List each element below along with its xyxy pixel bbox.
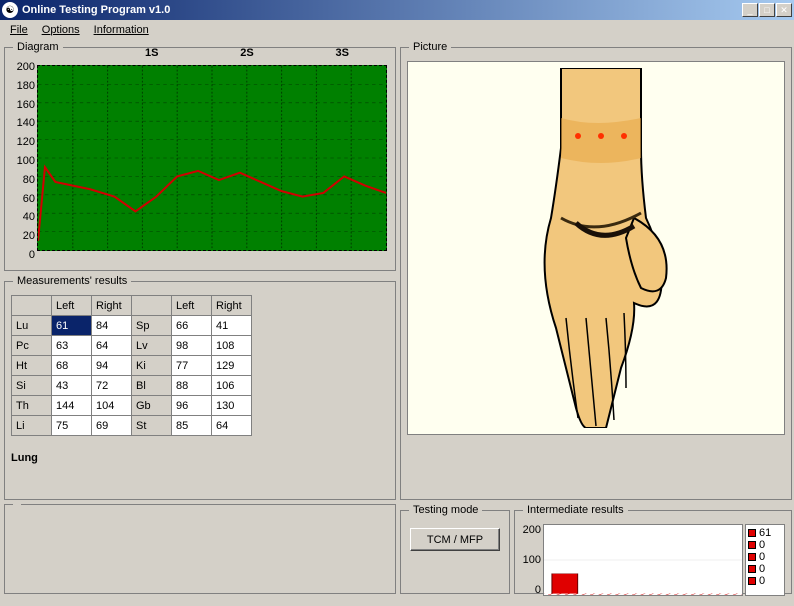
maximize-button[interactable]: □ [759,3,775,17]
results-caption: Lung [11,452,252,464]
table-cell[interactable]: 98 [172,336,212,356]
table-row[interactable]: Th144104Gb96130 [12,396,252,416]
menu-file[interactable]: File [4,22,34,38]
table-cell[interactable]: 43 [52,376,92,396]
table-header [12,296,52,316]
close-button[interactable]: ✕ [776,3,792,17]
table-cell[interactable]: Li [12,416,52,436]
table-cell[interactable]: 69 [92,416,132,436]
menubar: File Options Information [0,20,794,39]
titlebar: ☯ Online Testing Program v1.0 _ □ ✕ [0,0,794,20]
table-cell[interactable]: Th [12,396,52,416]
table-cell[interactable]: 144 [52,396,92,416]
hand-image [407,61,785,435]
table-row[interactable]: Si4372Bl88106 [12,376,252,396]
table-header: Right [212,296,252,316]
table-cell[interactable]: 63 [52,336,92,356]
table-cell[interactable]: 88 [172,376,212,396]
results-table[interactable]: LeftRightLeftRight Lu6184Sp6641Pc6364Lv9… [11,295,252,436]
table-header: Left [172,296,212,316]
minimize-button[interactable]: _ [742,3,758,17]
table-header [132,296,172,316]
table-cell[interactable]: 84 [92,316,132,336]
table-cell[interactable]: St [132,416,172,436]
table-cell[interactable]: 72 [92,376,132,396]
table-cell[interactable]: 68 [52,356,92,376]
table-cell[interactable]: Gb [132,396,172,416]
diagram-line [38,66,386,250]
tcm-mfp-button[interactable]: TCM / MFP [410,528,500,551]
table-cell[interactable]: 130 [212,396,252,416]
legend-item: 61 [748,527,782,539]
diagram-top-labels: 1S 2S 3S [35,47,389,59]
table-cell[interactable]: Lu [12,316,52,336]
results-panel: Measurements' results LeftRightLeftRight… [4,275,396,500]
table-cell[interactable]: Si [12,376,52,396]
picture-panel: Picture [400,41,792,500]
intermediate-legend-box: 610000 [745,524,785,596]
table-cell[interactable]: 106 [212,376,252,396]
table-cell[interactable]: 104 [92,396,132,416]
legend-item: 0 [748,539,782,551]
table-header: Right [92,296,132,316]
intermediate-plot [543,524,743,596]
table-header: Left [52,296,92,316]
table-cell[interactable]: 94 [92,356,132,376]
intermediate-panel: Intermediate results 200 100 0 [514,504,792,594]
table-cell[interactable]: 96 [172,396,212,416]
titlebar-title: Online Testing Program v1.0 [22,4,742,16]
table-cell[interactable]: 75 [52,416,92,436]
table-cell[interactable]: Sp [132,316,172,336]
app-icon: ☯ [2,2,18,18]
table-row[interactable]: Lu6184Sp6641 [12,316,252,336]
diagram-plot [37,65,387,251]
table-cell[interactable]: 77 [172,356,212,376]
legend-item: 0 [748,575,782,587]
testing-mode-panel: Testing mode TCM / MFP [400,504,510,594]
table-cell[interactable]: 85 [172,416,212,436]
table-cell[interactable]: 61 [52,316,92,336]
intermediate-y-axis: 200 100 0 [521,524,543,596]
table-cell[interactable]: Ht [12,356,52,376]
diagram-panel: Diagram 1S 2S 3S 20018016014012010080604… [4,41,396,271]
diagram-y-axis: 200180160140120100806040200 [11,61,35,261]
table-row[interactable]: Pc6364Lv98108 [12,336,252,356]
results-legend: Measurements' results [13,275,131,287]
menu-information[interactable]: Information [88,22,155,38]
table-cell[interactable]: 64 [92,336,132,356]
table-cell[interactable]: 66 [172,316,212,336]
table-cell[interactable]: 64 [212,416,252,436]
legend-item: 0 [748,563,782,575]
table-cell[interactable]: 41 [212,316,252,336]
intermediate-legend: Intermediate results [523,504,628,516]
table-cell[interactable]: Ki [132,356,172,376]
testing-mode-legend: Testing mode [409,504,482,516]
table-row[interactable]: Li7569St8564 [12,416,252,436]
table-row[interactable]: Ht6894Ki77129 [12,356,252,376]
table-cell[interactable]: Lv [132,336,172,356]
menu-options[interactable]: Options [36,22,86,38]
table-cell[interactable]: 129 [212,356,252,376]
bottom-left-panel [4,504,396,594]
picture-legend: Picture [409,41,451,53]
table-cell[interactable]: 108 [212,336,252,356]
table-cell[interactable]: Bl [132,376,172,396]
legend-item: 0 [748,551,782,563]
table-cell[interactable]: Pc [12,336,52,356]
